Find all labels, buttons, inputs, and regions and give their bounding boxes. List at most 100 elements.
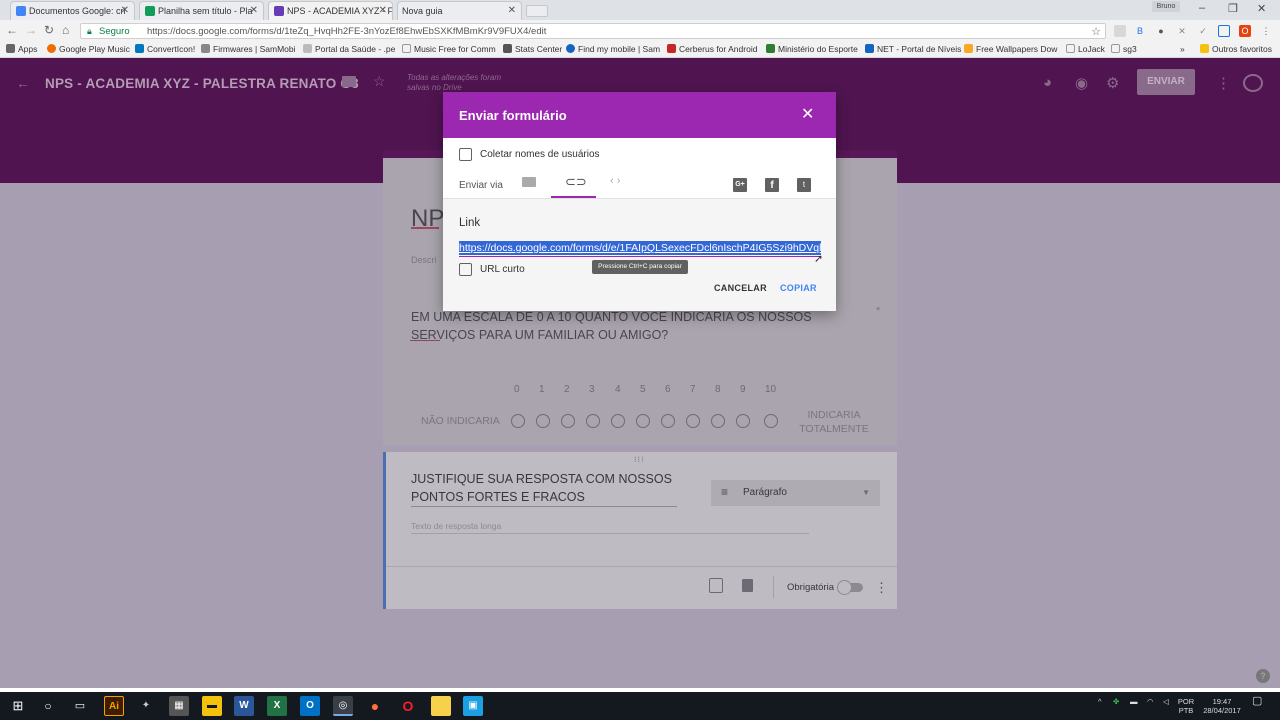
app-icon[interactable]: ▣ (463, 696, 483, 716)
star-icon[interactable]: ☆ (373, 73, 386, 90)
clock[interactable]: 19:47 28/04/2017 (1200, 697, 1244, 715)
extension-icon[interactable]: ✓ (1197, 25, 1209, 37)
address-bar[interactable]: 🔒︎ Seguro https://docs.google.com/forms/… (80, 23, 1106, 39)
extension-icon[interactable] (1218, 25, 1230, 37)
bookmark-item[interactable]: Free Wallpapers Dow (964, 44, 1057, 54)
back-arrow-icon[interactable]: ← (6, 23, 18, 37)
help-icon[interactable]: ? (1256, 669, 1270, 683)
duplicate-icon[interactable] (709, 578, 723, 593)
chrome-menu-icon[interactable]: ⋮ (1260, 25, 1272, 37)
extension-icon[interactable]: B (1134, 25, 1146, 37)
excel-icon[interactable]: X (267, 696, 287, 716)
extension-icon[interactable]: ● (1155, 25, 1167, 37)
scale-radio[interactable] (561, 414, 575, 428)
scale-radio[interactable] (686, 414, 700, 428)
send-button[interactable]: ENVIAR (1137, 69, 1195, 95)
firefox-icon[interactable]: ● (365, 696, 385, 716)
embed-code-icon[interactable]: ‹ › (610, 175, 620, 187)
email-icon[interactable] (522, 177, 536, 187)
tray-app-icon[interactable]: ▬ (1130, 697, 1138, 706)
folder-icon[interactable] (342, 76, 356, 87)
twitter-icon[interactable]: t (797, 178, 811, 192)
bookmark-item[interactable]: Portal da Saúde - .pe (303, 44, 395, 54)
close-tab-icon[interactable]: ✕ (379, 5, 387, 16)
preview-eye-icon[interactable]: ◉ (1075, 74, 1088, 92)
bookmark-item[interactable]: sg3 (1111, 44, 1137, 54)
bookmark-item[interactable]: Find my mobile | Sam (566, 44, 660, 54)
scale-radio[interactable] (764, 414, 778, 428)
home-icon[interactable]: ⌂ (62, 23, 69, 37)
bookmarks-overflow[interactable]: » (1180, 44, 1185, 54)
bookmark-item[interactable]: Cerberus for Android (667, 44, 757, 54)
browser-tab-sheets[interactable]: Planilha sem título - Pla ✕ (139, 1, 264, 20)
collect-names-checkbox[interactable] (459, 148, 472, 161)
scale-radio[interactable] (636, 414, 650, 428)
more-vert-icon[interactable]: ⋮ (875, 580, 888, 596)
browser-tab-new[interactable]: Nova guia ✕ (397, 1, 522, 20)
tray-app-icon[interactable]: ✤ (1113, 697, 1119, 706)
copy-button[interactable]: COPIAR (780, 283, 817, 293)
close-icon[interactable]: ✕ (801, 104, 814, 124)
bookmark-item[interactable]: Music Free for Comm (402, 44, 496, 54)
volume-icon[interactable]: ◁ (1163, 697, 1169, 706)
bookmark-item[interactable]: Google Play Music (47, 44, 130, 54)
office-icon[interactable]: O (1239, 25, 1251, 37)
scale-radio[interactable] (611, 414, 625, 428)
scale-radio[interactable] (511, 414, 525, 428)
extension-icon[interactable]: ✕ (1176, 25, 1188, 37)
new-tab-button[interactable] (526, 5, 548, 17)
scale-radio[interactable] (736, 414, 750, 428)
bookmark-star-icon[interactable]: ☆ (1091, 25, 1101, 38)
palette-icon[interactable]: ◕ (1043, 74, 1052, 91)
bookmark-item[interactable]: Ministério do Esporte (766, 44, 858, 54)
browser-tab-forms[interactable]: NPS - ACADEMIA XYZ - F ✕ (268, 1, 393, 20)
window-close-icon[interactable]: ✕ (1257, 2, 1266, 15)
extension-icon[interactable] (1114, 25, 1126, 37)
scale-radio[interactable] (586, 414, 600, 428)
restore-icon[interactable]: ❐ (1228, 2, 1238, 15)
close-tab-icon[interactable]: ✕ (508, 5, 516, 16)
file-explorer-icon[interactable]: ▬ (202, 696, 222, 716)
bookmark-item[interactable]: LoJack (1066, 44, 1105, 54)
bookmark-folder-other[interactable]: Outros favoritos (1200, 44, 1272, 54)
scale-radio[interactable] (661, 414, 675, 428)
close-tab-icon[interactable]: ✕ (121, 5, 129, 16)
chrome-icon[interactable]: ◎ (333, 696, 353, 716)
forward-arrow-icon[interactable]: → (25, 23, 37, 37)
wifi-icon[interactable]: ◠ (1147, 697, 1154, 706)
illustrator-icon[interactable]: Ai (104, 696, 124, 716)
drag-handle-icon[interactable]: ⁝⁝⁝ (634, 455, 645, 464)
short-url-checkbox[interactable] (459, 263, 472, 276)
bookmark-item[interactable]: ConvertIcon! (135, 44, 195, 54)
facebook-icon[interactable]: f (765, 178, 779, 192)
scale-radio[interactable] (536, 414, 550, 428)
question-2-title[interactable]: JUSTIFIQUE SUA RESPOSTA COM NOSSOS PONTO… (411, 470, 691, 506)
sticky-notes-icon[interactable] (431, 696, 451, 716)
bookmark-item[interactable]: Stats Center (503, 44, 562, 54)
close-tab-icon[interactable]: ✕ (250, 5, 258, 16)
cancel-button[interactable]: CANCELAR (714, 283, 767, 293)
app-icon[interactable]: ✦ (136, 696, 156, 716)
question-1-title[interactable]: EM UMA ESCALA DE 0 A 10 QUANTO VOCÊ INDI… (411, 308, 831, 344)
more-vert-icon[interactable]: ⋮ (1216, 74, 1231, 92)
language-indicator[interactable]: POR PTB (1174, 697, 1198, 715)
outlook-icon[interactable]: O (300, 696, 320, 716)
calculator-icon[interactable]: ▦ (169, 696, 189, 716)
account-avatar[interactable] (1243, 74, 1263, 92)
tray-overflow-icon[interactable]: ^ (1098, 697, 1102, 706)
back-arrow-icon[interactable]: ← (16, 75, 30, 91)
minimize-icon[interactable]: – (1199, 2, 1205, 14)
settings-gear-icon[interactable]: ⚙ (1106, 74, 1119, 92)
url-text[interactable]: https://docs.google.com/forms/d/1teZq_Hv… (147, 26, 546, 37)
search-icon[interactable]: ○ (38, 696, 58, 716)
browser-tab-docs[interactable]: Documentos Google: cri ✕ (10, 1, 135, 20)
opera-icon[interactable]: O (398, 696, 418, 716)
delete-icon[interactable] (742, 579, 753, 592)
google-plus-icon[interactable]: G+ (733, 178, 747, 192)
form-doc-title[interactable]: NPS - ACADEMIA XYZ - PALESTRA RENATO G3 (45, 76, 359, 91)
bookmark-item[interactable]: Firmwares | SamMobi (201, 44, 296, 54)
windows-start-icon[interactable]: ⊞ (8, 696, 28, 716)
notifications-icon[interactable]: ▢ (1252, 696, 1262, 707)
bookmark-item[interactable]: Apps (6, 44, 37, 54)
word-icon[interactable]: W (234, 696, 254, 716)
